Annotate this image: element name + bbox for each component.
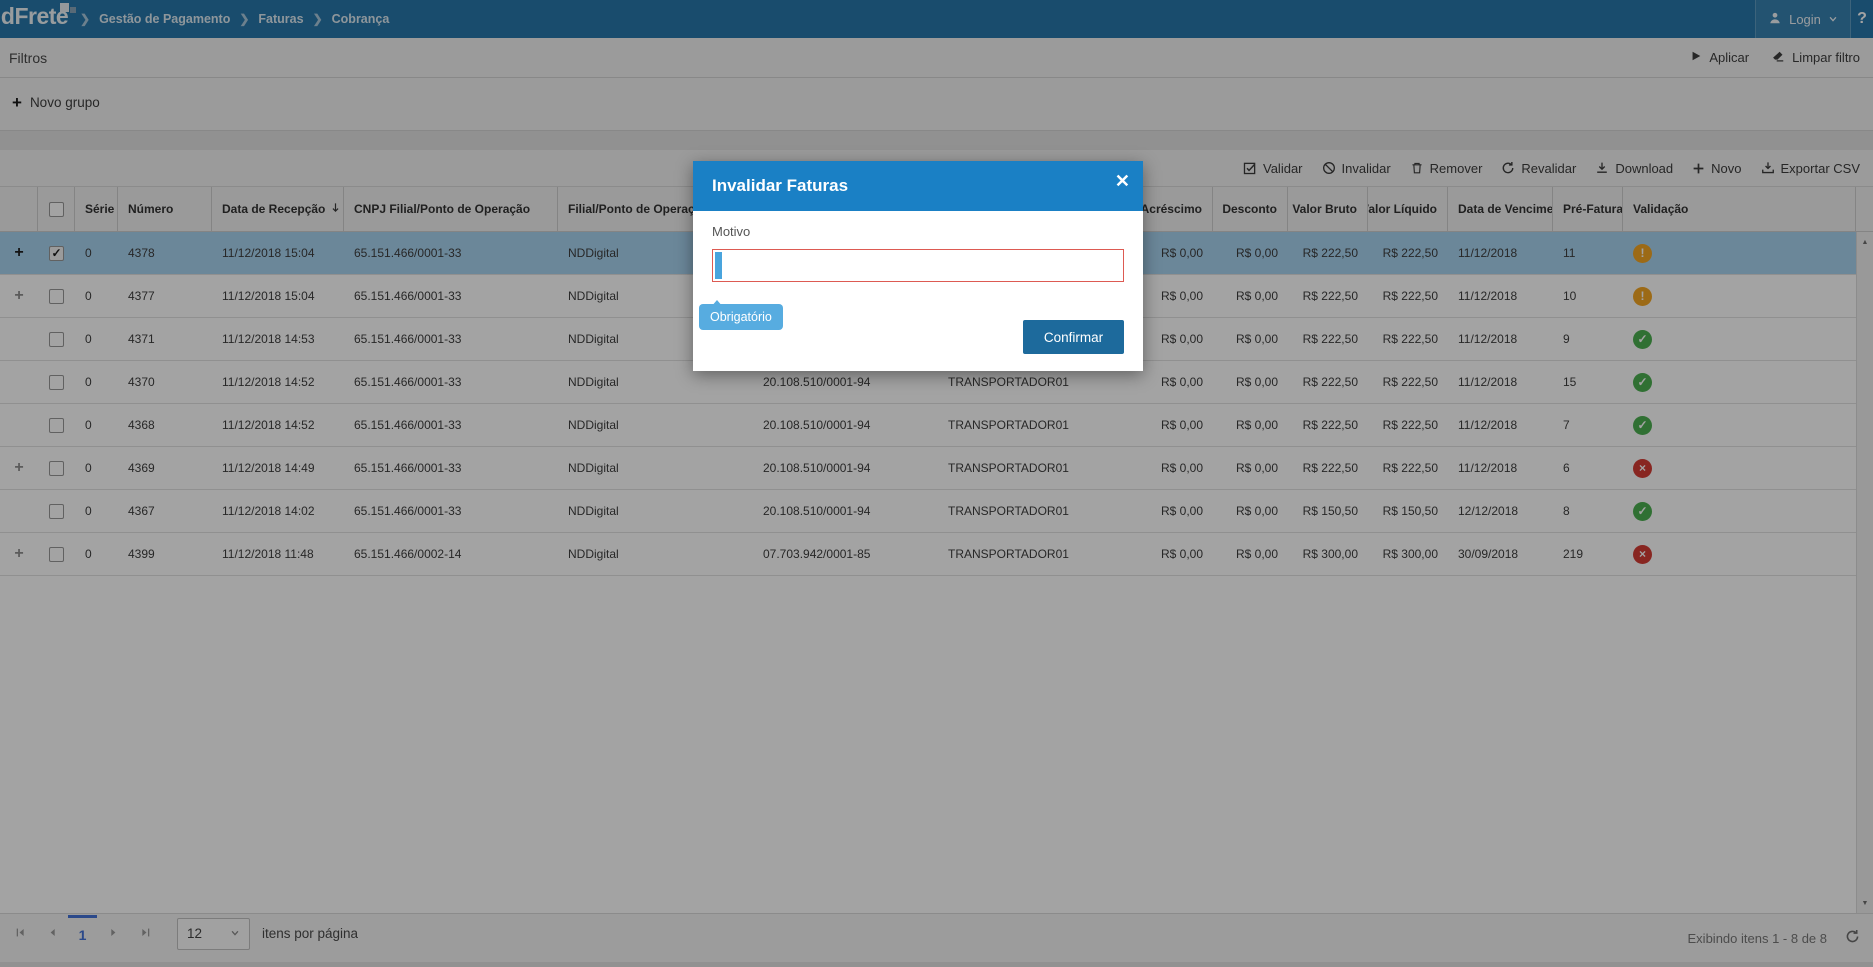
modal-body: Motivo Obrigatório Confirmar [693, 211, 1143, 371]
text-caret [715, 252, 722, 279]
motivo-input[interactable] [712, 249, 1124, 282]
modal-title: Invalidar Faturas [712, 176, 849, 195]
validation-tooltip: Obrigatório [699, 300, 783, 330]
modal-header: Invalidar Faturas ✕ [693, 161, 1143, 211]
motivo-label: Motivo [712, 224, 751, 239]
confirm-button[interactable]: Confirmar [1023, 320, 1124, 354]
invalidate-invoices-modal: Invalidar Faturas ✕ Motivo Obrigatório C… [693, 161, 1143, 371]
modal-backdrop [0, 0, 1873, 967]
close-icon[interactable]: ✕ [1115, 172, 1130, 190]
